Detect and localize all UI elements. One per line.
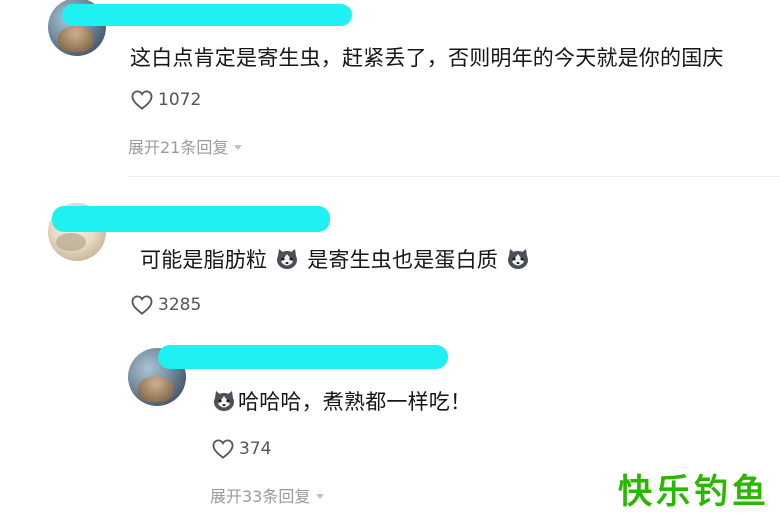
comment-text: 可能是脂肪粒 是寄生虫也是蛋白质 [140, 244, 538, 275]
username-redacted[interactable] [52, 206, 330, 232]
caret-down-icon [316, 493, 325, 499]
husky-emoji-icon [275, 248, 299, 275]
expand-replies-button[interactable]: 展开33条回复 [210, 483, 325, 507]
like-count: 374 [239, 439, 272, 459]
comment-text-part: 是寄生虫也是蛋白质 [307, 248, 499, 272]
reply-text: 哈哈哈，煮熟都一样吃！ [212, 386, 471, 417]
like-count: 1072 [158, 90, 202, 110]
like-button[interactable]: 1072 [131, 90, 201, 110]
comment-text-part: 可能是脂肪粒 [140, 248, 268, 272]
comment-text: 这白点肯定是寄生虫，赶紧丢了，否则明年的今天就是你的国庆 [130, 46, 724, 70]
caret-down-icon [234, 144, 243, 150]
like-button[interactable]: 3285 [131, 295, 201, 315]
expand-replies-button[interactable]: 展开21条回复 [128, 134, 243, 158]
watermark-logo: 快乐钓鱼 [618, 472, 770, 512]
heart-icon [212, 439, 234, 459]
divider [128, 176, 780, 177]
expand-replies-label: 展开33条回复 [210, 487, 311, 506]
username-redacted[interactable] [62, 4, 352, 26]
like-count: 3285 [158, 295, 202, 315]
husky-emoji-icon [212, 390, 236, 417]
expand-replies-label: 展开21条回复 [128, 138, 229, 157]
like-button[interactable]: 374 [212, 439, 271, 459]
reply-text-content: 哈哈哈，煮熟都一样吃！ [238, 390, 472, 414]
heart-icon [131, 90, 153, 110]
heart-icon [131, 295, 153, 315]
username-redacted[interactable] [158, 345, 448, 369]
husky-emoji-icon [506, 248, 530, 275]
